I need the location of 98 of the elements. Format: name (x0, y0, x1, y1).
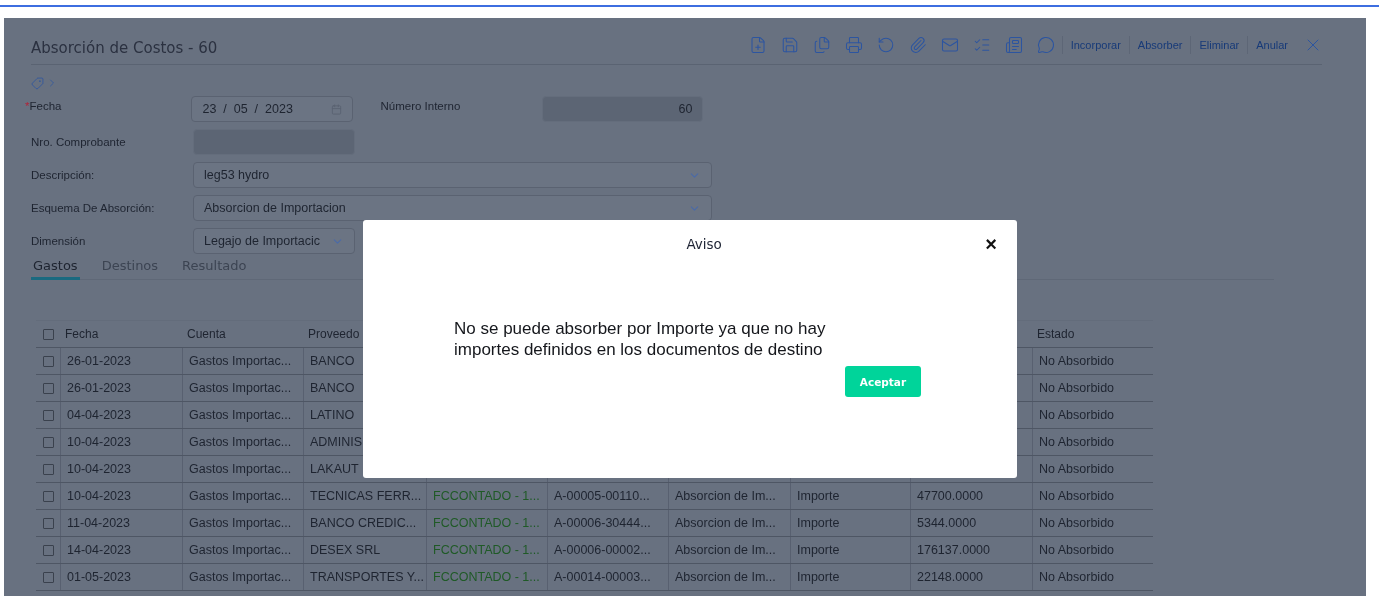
number-field: 60 (542, 96, 704, 122)
action-link[interactable]: Absorber (1128, 36, 1191, 54)
tab[interactable]: Gastos (31, 256, 80, 280)
checkbox[interactable] (42, 409, 54, 421)
table-cell: 47700.0000 (910, 483, 1032, 509)
table-cell: 14-04-2023 (60, 537, 182, 563)
table-cell: Importe (790, 537, 910, 563)
copy-icon[interactable] (812, 36, 831, 54)
page-title: Absorción de Costos - 60 (31, 39, 218, 57)
column-header: Fecha (64, 326, 100, 343)
action-link[interactable]: Incorporar (1061, 36, 1129, 54)
table-cell: Absorcion de Im... (668, 564, 790, 590)
checkbox[interactable] (42, 544, 54, 556)
table-cell: No Absorbido (1032, 456, 1153, 482)
checkbox[interactable] (42, 328, 54, 340)
table-cell: DESEX SRL (303, 537, 426, 563)
tag-icon[interactable] (31, 76, 44, 90)
print-icon[interactable] (844, 36, 863, 54)
checkbox[interactable] (42, 517, 54, 529)
table-cell: No Absorbido (1032, 510, 1153, 536)
table-cell: 26-01-2023 (60, 375, 182, 401)
table-cell: 22148.0000 (910, 564, 1032, 590)
table-cell: No Absorbido (1032, 537, 1153, 563)
table-cell: A-00005-00110... (547, 483, 668, 509)
table-cell: 176137.0000 (910, 537, 1032, 563)
dialog-message: No se puede absorber por Importe ya que no hay importes definidos en los documentos de destino (454, 318, 827, 360)
table-cell: Importe (790, 564, 910, 590)
document-icon[interactable] (1004, 36, 1023, 54)
table-cell: Absorcion de Im... (668, 510, 790, 536)
mail-icon[interactable] (940, 36, 959, 54)
table-cell: No Absorbido (1032, 375, 1153, 401)
table-cell: 10-04-2023 (60, 429, 182, 455)
checkbox[interactable] (42, 490, 54, 502)
table-cell: Gastos Importac... (182, 483, 303, 509)
table-cell: A-00014-00003... (547, 564, 668, 590)
table-cell: No Absorbido (1032, 564, 1153, 590)
select-field[interactable]: Absorcion de Importacion (193, 195, 712, 221)
table-cell: 5344.0000 (910, 510, 1032, 536)
action-link[interactable]: Eliminar (1190, 36, 1248, 54)
column-header: Cuenta (186, 326, 227, 343)
table-cell: FCCONTADO - 1... (426, 564, 547, 590)
table-cell: Absorcion de Im... (668, 537, 790, 563)
table-cell: BANCO CREDIC... (303, 510, 426, 536)
checklist-icon[interactable] (972, 36, 991, 54)
table-cell: Importe (790, 510, 910, 536)
table-cell: Gastos Importac... (182, 402, 303, 428)
table-cell: 01-05-2023 (60, 564, 182, 590)
table-cell: No Absorbido (1032, 429, 1153, 455)
table-cell: Gastos Importac... (182, 510, 303, 536)
table-cell: Gastos Importac... (182, 348, 303, 374)
column-header: Proveedo (307, 326, 361, 343)
table-cell: 26-01-2023 (60, 348, 182, 374)
table-cell: A-00006-30444... (547, 510, 668, 536)
field-label: Descripción: (31, 169, 96, 181)
table-cell: FCCONTADO - 1... (426, 483, 547, 509)
table-cell: FCCONTADO - 1... (426, 510, 547, 536)
accept-button[interactable]: Aceptar (845, 366, 921, 397)
checkbox[interactable] (42, 355, 54, 367)
select-field[interactable]: leg53 hydro (193, 162, 712, 188)
select-field[interactable]: Legajo de Importacic (193, 228, 355, 254)
required-mark: * (25, 100, 30, 112)
comment-icon[interactable] (1036, 36, 1055, 54)
table-cell: A-00006-00002... (547, 537, 668, 563)
dialog-title: Aviso (685, 236, 722, 252)
table-cell: No Absorbido (1032, 483, 1153, 509)
table-cell: FCCONTADO - 1... (426, 537, 547, 563)
table-cell: No Absorbido (1032, 348, 1153, 374)
table-cell: TRANSPORTES Y... (303, 564, 426, 590)
action-link[interactable]: Anular (1247, 36, 1296, 54)
table-cell: Gastos Importac... (182, 375, 303, 401)
close-button[interactable]: × (985, 234, 997, 254)
table-cell: Gastos Importac... (182, 537, 303, 563)
table-cell: 04-04-2023 (60, 402, 182, 428)
checkbox[interactable] (42, 382, 54, 394)
paperclip-icon[interactable] (908, 36, 927, 54)
new-file-icon[interactable] (748, 36, 767, 54)
table-cell: Gastos Importac... (182, 456, 303, 482)
field-label: Dimensión (31, 235, 87, 247)
field-label: Número Interno (380, 100, 462, 112)
history-icon[interactable] (876, 36, 895, 54)
table-cell: Gastos Importac... (182, 429, 303, 455)
save-icon[interactable] (780, 36, 799, 54)
table-cell: Absorcion de Im... (668, 483, 790, 509)
table-cell: 11-04-2023 (60, 510, 182, 536)
table-cell: 10-04-2023 (60, 483, 182, 509)
table-cell: TECNICAS FERR... (303, 483, 426, 509)
table-cell: Importe (790, 483, 910, 509)
checkbox[interactable] (42, 463, 54, 475)
table-cell: No Absorbido (1032, 402, 1153, 428)
table-cell: Gastos Importac... (182, 564, 303, 590)
field-label: Esquema De Absorción: (31, 202, 156, 214)
table-cell: 10-04-2023 (60, 456, 182, 482)
checkbox[interactable] (42, 571, 54, 583)
field-label: Nro. Comprobante (31, 136, 127, 148)
date-field[interactable]: 23 / 05 / 2023 (191, 96, 354, 122)
checkbox[interactable] (42, 436, 54, 448)
field-label: Fecha (29, 100, 63, 112)
column-header: Estado (1036, 326, 1076, 343)
